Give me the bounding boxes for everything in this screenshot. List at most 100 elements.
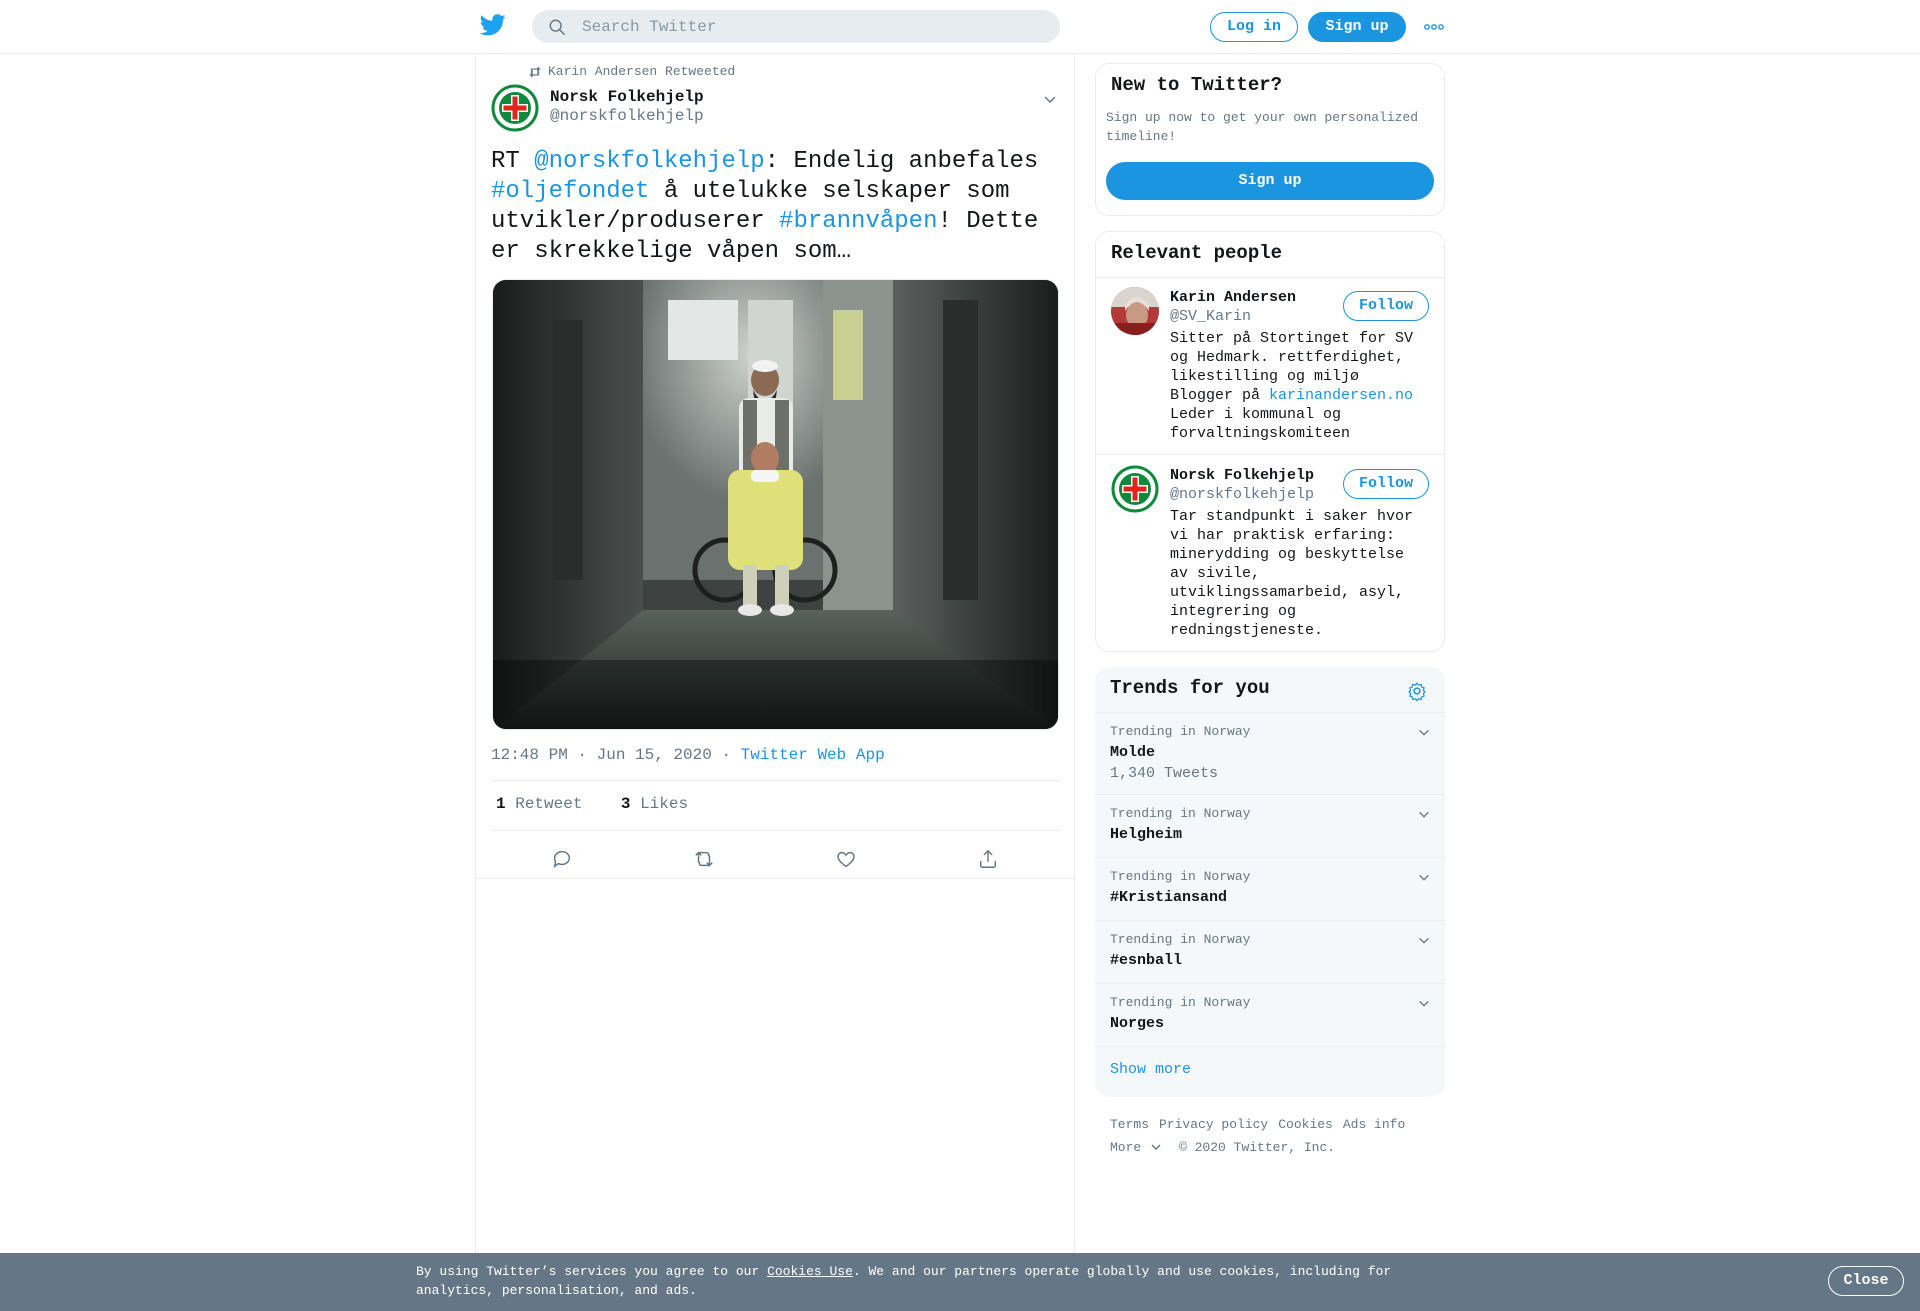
like-icon[interactable]	[835, 848, 857, 870]
trend-name: Molde	[1110, 744, 1156, 761]
chevron-down-icon[interactable]	[1417, 997, 1431, 1011]
trend-context: Trending in Norway	[1110, 869, 1251, 884]
cookie-consent-bar: By using Twitter’s services you agree to…	[0, 1253, 1920, 1311]
person-handle[interactable]: @norskfolkehjelp	[1170, 486, 1314, 503]
chevron-down-icon[interactable]	[1417, 726, 1431, 740]
divider	[1095, 920, 1445, 921]
retweet-small-icon	[529, 66, 541, 78]
search-input[interactable]: Search Twitter	[532, 10, 1060, 43]
avatar[interactable]	[1111, 287, 1159, 335]
follow-button[interactable]: Follow	[1343, 469, 1429, 499]
cookies-use-link[interactable]: Cookies Use	[767, 1264, 853, 1279]
tweet-text-part: : Endelig anbefales	[764, 148, 1039, 175]
trend-item[interactable]: Trending in Norway #Kristiansand	[1110, 869, 1430, 906]
trend-item[interactable]: Trending in Norway Molde 1,340 Tweets	[1110, 724, 1430, 782]
tweet-timestamp[interactable]: 12:48 PM · Jun 15, 2020 ·	[491, 746, 741, 764]
footer-link-privacy[interactable]: Privacy policy	[1159, 1117, 1268, 1132]
tweet-photo[interactable]	[492, 279, 1059, 730]
twitter-bird-icon[interactable]	[480, 14, 506, 36]
tweet-stats: 1 Retweet 3 Likes	[496, 795, 688, 813]
trend-item[interactable]: Trending in Norway #esnball	[1110, 932, 1430, 969]
person-name[interactable]: Norsk Folkehjelp	[1170, 467, 1314, 484]
divider	[1096, 454, 1444, 455]
trend-name: Helgheim	[1110, 826, 1183, 843]
hashtag-link[interactable]: #oljefondet	[491, 178, 649, 205]
tweet-text-part: RT	[491, 148, 535, 175]
reply-icon[interactable]	[551, 848, 573, 870]
new-to-twitter-card: New to Twitter? Sign up now to get your …	[1095, 63, 1445, 216]
bio-link[interactable]: karinandersen.no	[1269, 387, 1413, 404]
tweet-text: RT @norskfolkehjelp: Endelig anbefales #…	[491, 147, 1061, 267]
follow-button[interactable]: Follow	[1343, 291, 1429, 321]
person-handle[interactable]: @SV_Karin	[1170, 308, 1251, 325]
person-bio: Sitter på Stortinget for SV og Hedmark. …	[1170, 329, 1430, 443]
divider	[491, 830, 1061, 831]
likes-count: 3	[620, 795, 631, 813]
chevron-down-icon[interactable]	[1042, 92, 1058, 108]
trend-item[interactable]: Trending in Norway Helgheim	[1110, 806, 1430, 843]
person-bio-text: Leder i kommunal og forvaltningskomiteen	[1170, 406, 1351, 442]
trend-context: Trending in Norway	[1110, 724, 1251, 739]
trend-context: Trending in Norway	[1110, 995, 1251, 1010]
hashtag-link[interactable]: #brannvåpen	[779, 208, 937, 235]
divider	[1095, 983, 1445, 984]
avatar[interactable]	[1111, 465, 1159, 513]
retweeted-by[interactable]: Karin Andersen Retweeted	[528, 64, 735, 79]
footer-link-terms[interactable]: Terms	[1110, 1117, 1149, 1132]
trend-context: Trending in Norway	[1110, 806, 1251, 821]
new-to-twitter-title: New to Twitter?	[1111, 74, 1283, 96]
person-name[interactable]: Karin Andersen	[1170, 289, 1296, 306]
mention-link[interactable]: @norskfolkehjelp	[534, 148, 764, 175]
close-button[interactable]: Close	[1828, 1266, 1904, 1296]
author-handle[interactable]: @norskfolkehjelp	[550, 107, 704, 125]
divider	[1095, 712, 1445, 713]
relevant-people-title: Relevant people	[1111, 242, 1283, 264]
retweets-label: Retweet	[515, 795, 583, 813]
footer-link-cookies[interactable]: Cookies	[1278, 1117, 1333, 1132]
chevron-down-icon[interactable]	[1417, 934, 1431, 948]
sidebar-signup-button[interactable]: Sign up	[1106, 162, 1434, 200]
trend-name: #esnball	[1110, 952, 1183, 969]
search-icon	[549, 19, 565, 35]
trend-context: Trending in Norway	[1110, 932, 1251, 947]
relevant-people-card: Relevant people Karin Andersen @SV_Karin…	[1095, 231, 1445, 652]
author-avatar[interactable]	[491, 84, 539, 132]
footer-link-ads-info[interactable]: Ads info	[1343, 1117, 1405, 1132]
footer-links: Terms Privacy policy Cookies Ads info More …	[1110, 1113, 1415, 1159]
divider	[491, 780, 1061, 781]
trend-count: 1,340 Tweets	[1110, 765, 1219, 782]
trend-item[interactable]: Trending in Norway Norges	[1110, 995, 1430, 1032]
more-dots-icon[interactable]	[1424, 20, 1444, 36]
search-placeholder: Search Twitter	[582, 18, 717, 36]
retweets-count: 1	[496, 795, 506, 813]
cookie-text: By using Twitter’s services you agree to…	[416, 1262, 1416, 1300]
login-button[interactable]: Log in	[1210, 12, 1298, 42]
copyright: © 2020 Twitter, Inc.	[1179, 1140, 1336, 1155]
trends-card: Trends for you Trending in Norway Molde …	[1095, 667, 1445, 1097]
divider	[1096, 277, 1444, 278]
tweet-source-link[interactable]: Twitter Web App	[741, 746, 885, 764]
retweets-stat[interactable]: 1 Retweet	[496, 795, 582, 813]
retweeted-by-label: Karin Andersen Retweeted	[548, 64, 736, 79]
chevron-down-icon[interactable]	[1417, 808, 1431, 822]
trend-name: #Kristiansand	[1110, 889, 1228, 906]
likes-label: Likes	[640, 795, 689, 813]
retweet-icon[interactable]	[693, 848, 715, 870]
likes-stat[interactable]: 3 Likes	[621, 795, 688, 813]
trends-title: Trends for you	[1110, 677, 1270, 699]
footer-more-menu[interactable]: More	[1110, 1140, 1161, 1155]
author-name[interactable]: Norsk Folkehjelp	[550, 88, 704, 106]
share-icon[interactable]	[977, 848, 999, 870]
gear-icon[interactable]	[1407, 681, 1427, 701]
trend-name: Norges	[1110, 1015, 1165, 1032]
chevron-down-icon[interactable]	[1417, 871, 1431, 885]
new-to-twitter-text: Sign up now to get your own personalized…	[1106, 110, 1419, 144]
signup-button[interactable]: Sign up	[1308, 12, 1406, 42]
show-more-link[interactable]: Show more	[1110, 1061, 1191, 1078]
divider	[1095, 857, 1445, 858]
tweet-meta: 12:48 PM · Jun 15, 2020 · Twitter Web Ap…	[491, 746, 885, 764]
chevron-down-icon	[1151, 1144, 1161, 1150]
footer-more-label: More	[1110, 1140, 1142, 1155]
tweet-detail-column: Karin Andersen Retweeted Norsk Folkehjel…	[475, 54, 1075, 1254]
divider	[1095, 794, 1445, 795]
